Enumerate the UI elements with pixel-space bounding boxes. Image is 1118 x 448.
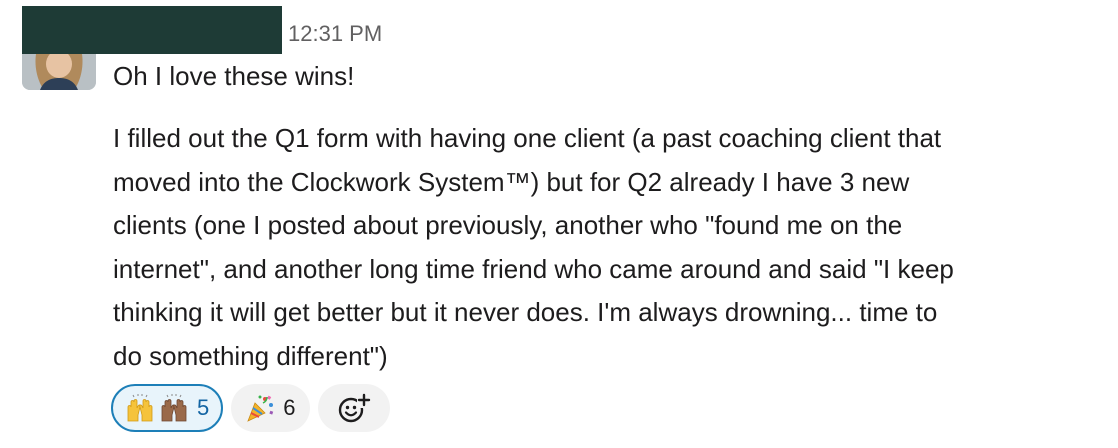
message-line: moved into the Clockwork System™) but fo… [113,166,910,197]
reaction-party-popper[interactable]: 6 [231,384,310,432]
avatar[interactable] [22,54,96,90]
message-line: internet", and another long time friend … [113,253,954,284]
message-line: do something different") [113,340,388,371]
raised-hands-medium-skin-icon [161,394,187,422]
message-line: clients (one I posted about previously, … [113,210,903,240]
reaction-count: 6 [283,395,296,420]
add-emoji-icon [338,393,371,423]
message-line: I filled out the Q1 form with having one… [113,123,942,153]
message-body: I filled out the Q1 form with having one… [113,117,1103,378]
add-reaction-button[interactable] [317,384,390,432]
redacted-username [22,6,282,54]
reactions-bar: 5 6 [111,384,390,432]
message-timestamp[interactable]: 12:31 PM [288,20,382,48]
message-first-line: Oh I love these wins! [113,61,355,91]
avatar-image [22,54,96,90]
reaction-raised-hands[interactable]: 5 [111,384,224,432]
party-popper-icon [247,395,274,422]
reaction-count: 5 [197,395,210,420]
message-line: thinking it will get better but it never… [113,297,938,327]
raised-hands-icon [127,394,153,422]
